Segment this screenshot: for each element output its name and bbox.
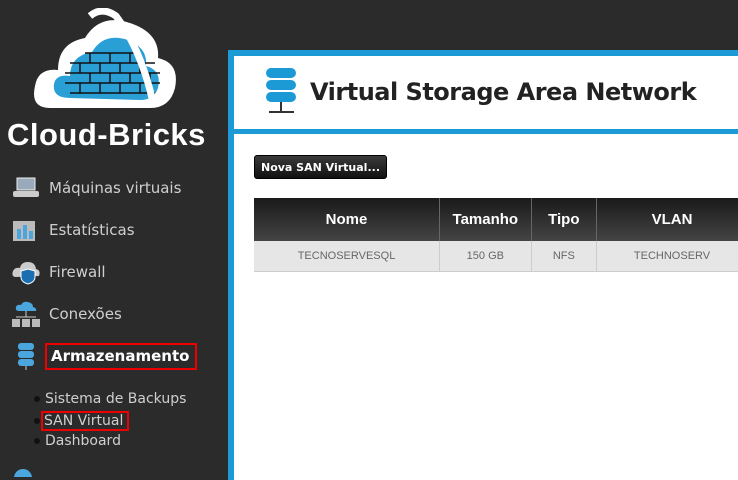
column-header[interactable]: VLAN — [596, 198, 738, 241]
sidebar-item-vms[interactable]: Máquinas virtuais — [10, 172, 181, 204]
sidebar-subitem-backups[interactable]: Sistema de Backups — [34, 391, 186, 407]
sidebar-item-label: Estatísticas — [49, 221, 135, 239]
table-header-row: Nome Tamanho Tipo VLAN — [254, 198, 738, 241]
sidebar-item-stats[interactable]: Estatísticas — [10, 214, 135, 246]
page-title: Virtual Storage Area Network — [310, 78, 697, 106]
column-header[interactable]: Tipo — [531, 198, 598, 241]
column-header[interactable]: Nome — [254, 198, 441, 241]
sidebar: Cloud-Bricks Máquinas virtuais Estatísti… — [0, 0, 228, 477]
sidebar-item-label: Máquinas virtuais — [49, 179, 182, 197]
san-table: Nome Tamanho Tipo VLAN TECNOSERVESQL 150… — [254, 198, 738, 272]
table-cell: TECNOSERVESQL — [254, 241, 441, 272]
stats-icon — [10, 214, 42, 246]
new-san-button[interactable]: Nova SAN Virtual... — [254, 155, 387, 179]
sidebar-item-label: Conexões — [49, 305, 122, 323]
subitem-label: SAN Virtual — [41, 411, 130, 431]
cloud-bricks-logo-icon — [34, 8, 176, 109]
sidebar-item-firewall[interactable]: Firewall — [10, 256, 106, 288]
table-cell: NFS — [531, 241, 598, 272]
connections-icon — [10, 298, 42, 330]
page-header: Virtual Storage Area Network — [234, 56, 738, 134]
bullet-icon — [34, 438, 40, 444]
vm-icon — [10, 172, 42, 204]
brand-name: Cloud-Bricks — [7, 117, 206, 152]
sidebar-item-connections[interactable]: Conexões — [10, 298, 122, 330]
sidebar-subitem-san[interactable]: SAN Virtual — [34, 411, 130, 431]
main-content: Virtual Storage Area Network Nova SAN Vi… — [228, 50, 738, 480]
sidebar-subitem-dashboard[interactable]: Dashboard — [34, 433, 121, 449]
table-row[interactable]: TECNOSERVESQL 150 GB NFS TECHNOSERV — [254, 241, 738, 272]
bullet-icon — [34, 418, 40, 424]
storage-icon — [266, 68, 296, 113]
firewall-icon — [10, 256, 42, 288]
column-header[interactable]: Tamanho — [439, 198, 532, 241]
table-cell: 150 GB — [439, 241, 532, 272]
storage-icon — [10, 340, 42, 372]
subitem-label: Sistema de Backups — [45, 391, 187, 407]
sidebar-item-label: Firewall — [49, 263, 106, 281]
subitem-label: Dashboard — [45, 433, 121, 449]
sidebar-item-label: Armazenamento — [45, 342, 198, 370]
globe-icon — [14, 469, 32, 477]
sidebar-item-storage[interactable]: Armazenamento — [10, 340, 198, 372]
table-cell: TECHNOSERV — [596, 241, 738, 272]
bullet-icon — [34, 396, 40, 402]
